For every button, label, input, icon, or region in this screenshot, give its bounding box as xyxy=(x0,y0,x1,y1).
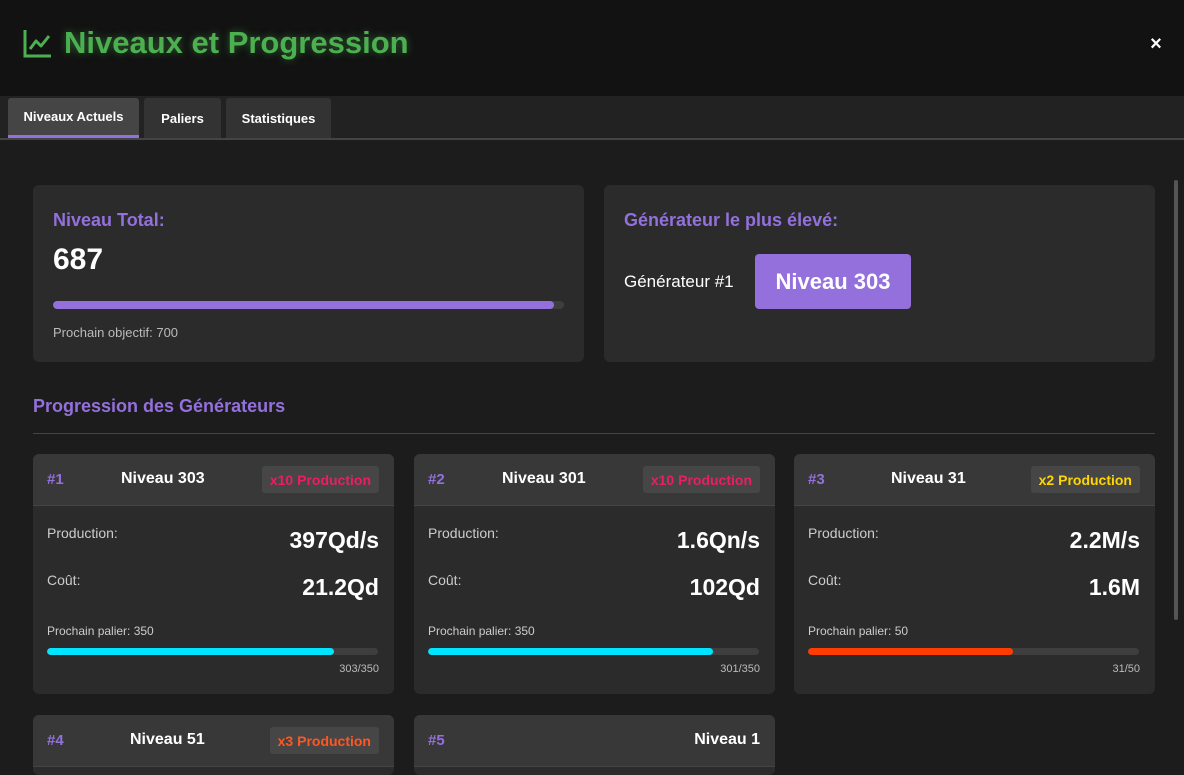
next-tier-text: Prochain palier: 50 xyxy=(808,624,909,638)
generator-card-header: #1 Niveau 303 x10 Production xyxy=(33,454,394,506)
generator-card: #2 Niveau 301 x10 Production Production: 1.6… xyxy=(414,454,775,694)
tab-statistiques[interactable]: Statistiques xyxy=(226,98,331,138)
generator-card-header: #5 Niveau 1 xyxy=(414,715,775,767)
highest-generator-title: Générateur le plus élevé: xyxy=(624,210,839,230)
close-icon[interactable]: × xyxy=(1146,34,1166,54)
production-multiplier-badge: x2 Production xyxy=(1030,466,1140,493)
production-label: Production: xyxy=(47,525,118,541)
production-value: 397Qd/s xyxy=(289,527,380,553)
cost-value: 102Qd xyxy=(689,574,760,600)
generator-id: #5 xyxy=(428,732,445,749)
divider xyxy=(33,433,1155,434)
tab-niveaux-actuels[interactable]: Niveaux Actuels xyxy=(8,98,139,138)
generator-card-header: #3 Niveau 31 x2 Production xyxy=(794,454,1155,506)
tier-progress-fraction: 301/350 xyxy=(720,663,760,675)
tier-progress-fill xyxy=(808,648,1014,655)
title-text: Niveaux et Progression xyxy=(64,25,409,60)
tier-progress-fill xyxy=(428,648,713,655)
tab-paliers[interactable]: Paliers xyxy=(144,98,221,138)
total-level-value: 687 xyxy=(53,243,104,276)
tier-progress-bar xyxy=(428,648,759,655)
tier-progress-fraction: 31/50 xyxy=(1112,663,1140,675)
highest-generator-name: Générateur #1 xyxy=(624,272,734,291)
next-goal-text: Prochain objectif: 700 xyxy=(53,325,179,340)
generator-card: #5 Niveau 1 xyxy=(414,715,775,775)
generator-level: Niveau 51 xyxy=(130,731,205,748)
production-multiplier-badge: x10 Production xyxy=(261,466,379,493)
generator-card-header: #4 Niveau 51 x3 Production xyxy=(33,715,394,767)
production-multiplier-badge: x3 Production xyxy=(269,727,379,754)
production-multiplier-badge: x10 Production xyxy=(642,466,760,493)
tier-progress-bar xyxy=(47,648,378,655)
tier-progress-bar xyxy=(808,648,1139,655)
next-tier-text: Prochain palier: 350 xyxy=(428,624,535,638)
cost-label: Coût: xyxy=(808,572,842,588)
tier-progress-fill xyxy=(47,648,334,655)
chart-line-icon xyxy=(23,30,51,58)
page-title: Niveaux et Progression xyxy=(22,25,409,61)
tier-progress-fraction: 303/350 xyxy=(339,663,379,675)
generator-level: Niveau 1 xyxy=(694,731,760,748)
total-level-panel: Niveau Total: 687 Prochain objectif: 700 xyxy=(33,185,584,362)
section-title: Progression des Générateurs xyxy=(33,396,286,416)
generator-id: #1 xyxy=(47,471,64,488)
total-progress-fill xyxy=(53,301,555,309)
highest-generator-panel: Générateur le plus élevé: Générateur #1 … xyxy=(604,185,1155,362)
production-value: 1.6Qn/s xyxy=(676,527,760,553)
production-label: Production: xyxy=(428,525,499,541)
highest-level-badge: Niveau 303 xyxy=(755,254,911,309)
scrollbar[interactable] xyxy=(1174,180,1178,620)
generator-id: #3 xyxy=(808,471,825,488)
generator-card-header: #2 Niveau 301 x10 Production xyxy=(414,454,775,506)
cost-label: Coût: xyxy=(47,572,81,588)
cost-label: Coût: xyxy=(428,572,462,588)
header: Niveaux et Progression × xyxy=(0,0,1184,96)
generator-level: Niveau 303 xyxy=(121,470,205,487)
cost-value: 1.6M xyxy=(1088,574,1140,600)
production-label: Production: xyxy=(808,525,879,541)
generator-id: #4 xyxy=(47,732,64,749)
total-progress-bar xyxy=(53,301,564,309)
total-level-title: Niveau Total: xyxy=(53,210,165,230)
generator-card: #3 Niveau 31 x2 Production Production: 2.2M/… xyxy=(794,454,1155,694)
generator-level: Niveau 301 xyxy=(502,470,586,487)
cost-value: 21.2Qd xyxy=(302,574,379,600)
generator-card: #4 Niveau 51 x3 Production xyxy=(33,715,394,775)
generator-card: #1 Niveau 303 x10 Production Production: 397… xyxy=(33,454,394,694)
tab-bar: Niveaux Actuels Paliers Statistiques xyxy=(0,96,1184,140)
generator-id: #2 xyxy=(428,471,445,488)
next-tier-text: Prochain palier: 350 xyxy=(47,624,154,638)
generator-level: Niveau 31 xyxy=(891,470,966,487)
production-value: 2.2M/s xyxy=(1069,527,1140,553)
